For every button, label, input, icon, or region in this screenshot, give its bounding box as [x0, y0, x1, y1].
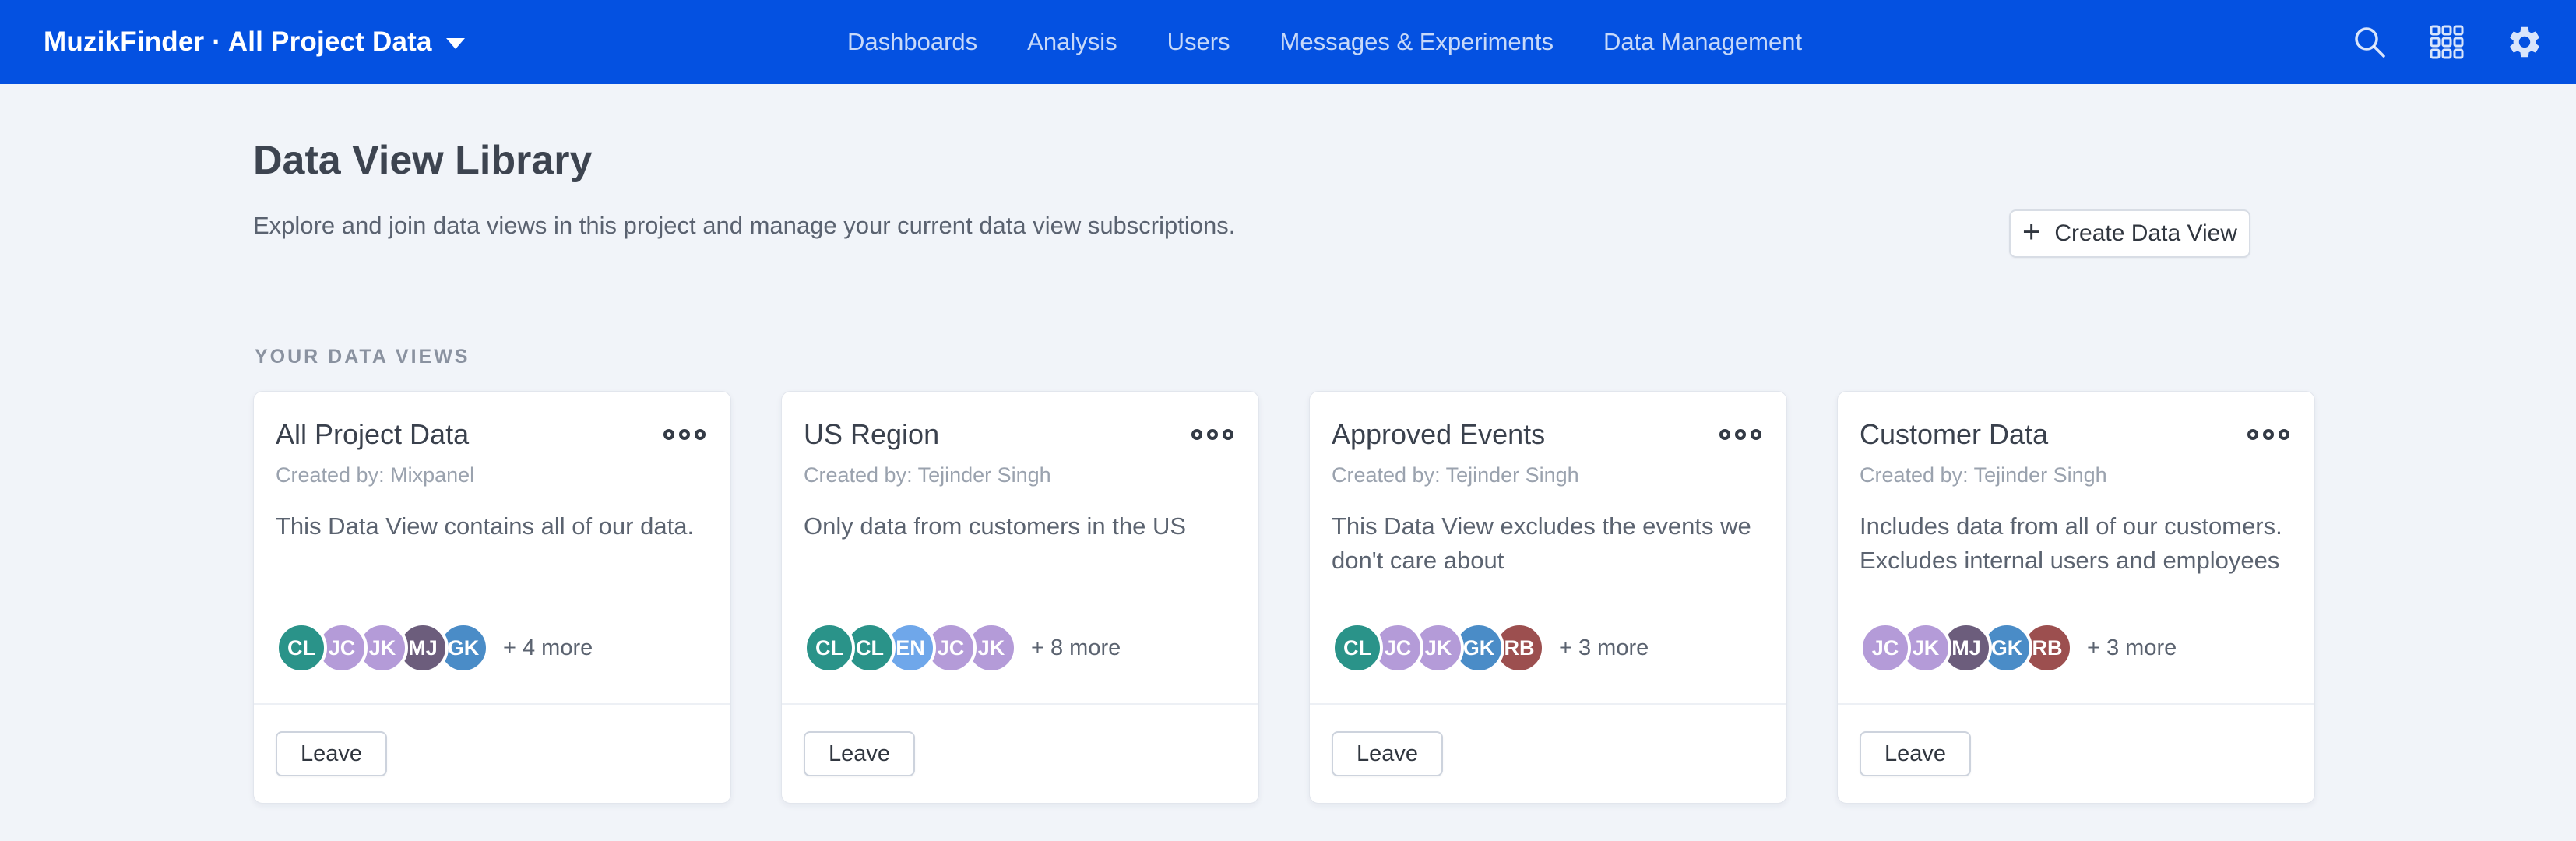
member-avatars: CL CL EN JC JK + 8 more — [804, 622, 1121, 674]
more-members-label: + 8 more — [1031, 635, 1121, 661]
card-created-by: Created by: Mixpanel — [276, 463, 709, 487]
leave-button[interactable]: Leave — [1860, 731, 1971, 776]
nav-item-data-management[interactable]: Data Management — [1603, 28, 1802, 56]
card-description: Only data from customers in the US — [804, 509, 1237, 544]
card-body: Approved Events Created by: Tejinder Sin… — [1310, 392, 1786, 703]
main-nav: Dashboards Analysis Users Messages & Exp… — [847, 0, 1802, 84]
project-switcher[interactable]: MuzikFinder · All Project Data — [44, 0, 465, 84]
card-footer: Leave — [1310, 703, 1786, 803]
data-view-card-us-region: US Region Created by: Tejinder Singh Onl… — [781, 391, 1259, 804]
ellipsis-menu-icon[interactable] — [2247, 418, 2293, 440]
plus-icon: + — [2022, 216, 2040, 248]
card-header: US Region — [804, 418, 1237, 451]
project-switcher-label: MuzikFinder · All Project Data — [44, 26, 432, 58]
nav-item-users[interactable]: Users — [1167, 28, 1230, 56]
ellipsis-menu-icon[interactable] — [1191, 418, 1237, 440]
leave-button[interactable]: Leave — [276, 731, 387, 776]
ellipsis-menu-icon[interactable] — [1719, 418, 1765, 440]
card-body: US Region Created by: Tejinder Singh Onl… — [782, 392, 1258, 703]
settings-gear-icon[interactable] — [2506, 23, 2543, 61]
leave-button[interactable]: Leave — [1332, 731, 1443, 776]
chevron-down-icon — [446, 38, 465, 49]
section-label-your-data-views: YOUR DATA VIEWS — [255, 346, 470, 368]
navbar-icons — [2352, 0, 2543, 84]
data-view-card-approved-events: Approved Events Created by: Tejinder Sin… — [1309, 391, 1787, 804]
avatar: CL — [804, 622, 855, 674]
leave-button[interactable]: Leave — [804, 731, 915, 776]
more-members-label: + 3 more — [1559, 635, 1649, 661]
card-footer: Leave — [1838, 703, 2314, 803]
member-avatars: CL JC JK GK RB + 3 more — [1332, 622, 1649, 674]
create-data-view-label: Create Data View — [2054, 220, 2237, 247]
nav-item-messages-experiments[interactable]: Messages & Experiments — [1280, 28, 1554, 56]
member-avatars: JC JK MJ GK RB + 3 more — [1860, 622, 2177, 674]
avatar: CL — [1332, 622, 1383, 674]
data-view-card-list: All Project Data Created by: Mixpanel Th… — [253, 391, 2315, 804]
card-description: Includes data from all of our customers.… — [1860, 509, 2293, 578]
data-view-card-all-project-data: All Project Data Created by: Mixpanel Th… — [253, 391, 731, 804]
nav-item-analysis[interactable]: Analysis — [1027, 28, 1117, 56]
card-footer: Leave — [254, 703, 730, 803]
top-navbar: MuzikFinder · All Project Data Dashboard… — [0, 0, 2576, 84]
apps-grid-icon[interactable] — [2430, 25, 2464, 59]
card-title: US Region — [804, 418, 939, 451]
card-created-by: Created by: Tejinder Singh — [1860, 463, 2293, 487]
nav-item-dashboards[interactable]: Dashboards — [847, 28, 977, 56]
card-header: All Project Data — [276, 418, 709, 451]
page-subtitle: Explore and join data views in this proj… — [253, 212, 1235, 240]
create-data-view-button[interactable]: + Create Data View — [2009, 209, 2250, 258]
card-title: Approved Events — [1332, 418, 1545, 451]
data-view-card-customer-data: Customer Data Created by: Tejinder Singh… — [1837, 391, 2315, 804]
search-icon[interactable] — [2352, 24, 2388, 60]
page-title: Data View Library — [253, 137, 592, 184]
card-body: Customer Data Created by: Tejinder Singh… — [1838, 392, 2314, 703]
card-created-by: Created by: Tejinder Singh — [1332, 463, 1765, 487]
card-created-by: Created by: Tejinder Singh — [804, 463, 1237, 487]
member-avatars: CL JC JK MJ GK + 4 more — [276, 622, 593, 674]
card-header: Customer Data — [1860, 418, 2293, 451]
more-members-label: + 4 more — [503, 635, 593, 661]
more-members-label: + 3 more — [2087, 635, 2177, 661]
card-description: This Data View contains all of our data. — [276, 509, 709, 544]
card-description: This Data View excludes the events we do… — [1332, 509, 1765, 578]
card-body: All Project Data Created by: Mixpanel Th… — [254, 392, 730, 703]
card-title: Customer Data — [1860, 418, 2048, 451]
card-footer: Leave — [782, 703, 1258, 803]
card-header: Approved Events — [1332, 418, 1765, 451]
ellipsis-menu-icon[interactable] — [663, 418, 709, 440]
avatar: JC — [1860, 622, 1911, 674]
card-title: All Project Data — [276, 418, 469, 451]
avatar: CL — [276, 622, 327, 674]
